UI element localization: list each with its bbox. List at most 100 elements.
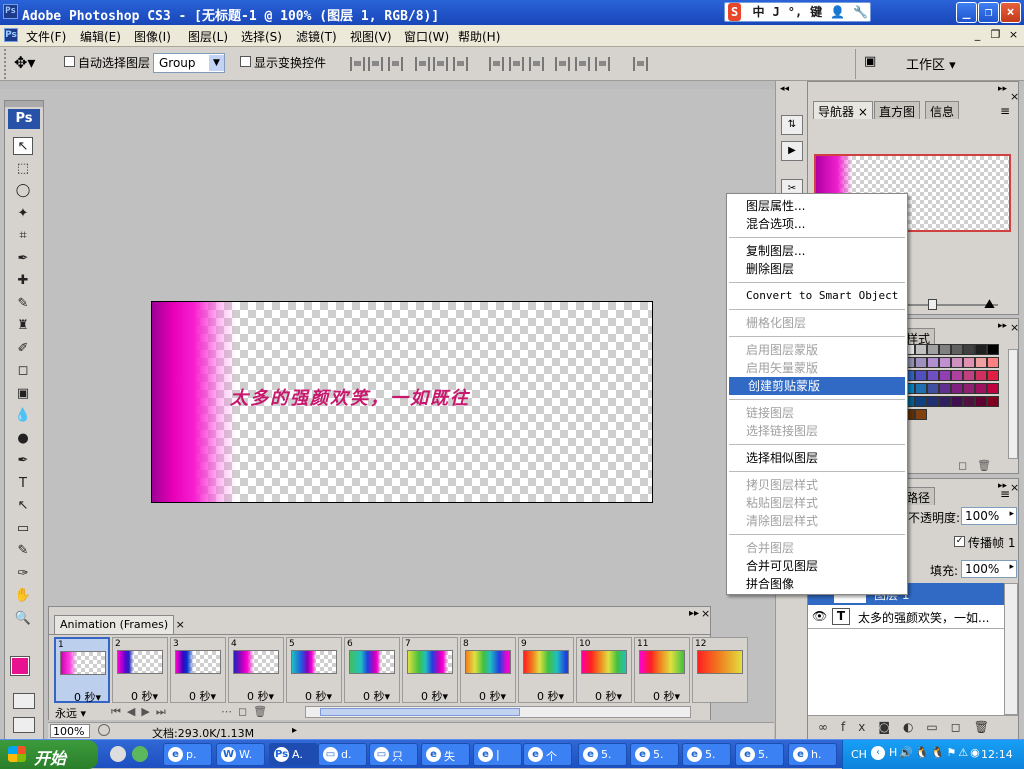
clone-stamp-icon[interactable]: ♜ xyxy=(13,317,33,335)
frame-delay-dropdown[interactable]: 0 秒▾ xyxy=(247,688,274,704)
color-swatch[interactable] xyxy=(915,357,927,368)
align-icon[interactable] xyxy=(368,57,383,71)
color-swatch[interactable] xyxy=(975,357,987,368)
ps-logo[interactable]: Ps xyxy=(8,109,40,129)
show-transform-checkbox[interactable] xyxy=(240,56,251,67)
taskbar-button[interactable]: e 5. xyxy=(682,743,731,766)
align-icon[interactable] xyxy=(575,57,590,71)
zoom-field[interactable]: 100% xyxy=(50,724,90,738)
animation-frame[interactable]: 2 0 秒▾ xyxy=(112,637,168,703)
tab-animation-frames[interactable]: Animation (Frames) × xyxy=(54,615,185,634)
color-swatch[interactable] xyxy=(975,396,987,407)
taskbar-button[interactable]: e 5. xyxy=(578,743,627,766)
visibility-eye-icon[interactable]: 👁 xyxy=(812,609,827,623)
ime-item[interactable]: 中 xyxy=(752,5,764,19)
chevron-left-icon[interactable]: ‹ xyxy=(871,746,885,760)
ime-item[interactable]: J xyxy=(772,5,779,19)
taskbar-button[interactable]: Ps A. xyxy=(269,743,318,766)
color-swatch[interactable] xyxy=(927,344,939,355)
frame-delay-dropdown[interactable]: 0 秒▾ xyxy=(131,688,158,704)
color-swatch[interactable] xyxy=(915,396,927,407)
magic-wand-icon[interactable]: ✦ xyxy=(13,205,33,223)
align-icon[interactable] xyxy=(633,57,648,71)
eraser-tool-icon[interactable]: ◻ xyxy=(13,362,33,380)
align-icon[interactable] xyxy=(388,57,403,71)
restore-button[interactable]: ❐ xyxy=(978,2,999,23)
notes-tool-icon[interactable]: ✎ xyxy=(13,542,33,560)
document-canvas[interactable]: 太多的强颜欢笑，一如既往 xyxy=(151,301,653,503)
auto-select-dropdown[interactable]: Group ▼ xyxy=(153,53,225,73)
menu-item[interactable]: 窗口(W) xyxy=(404,28,449,45)
chevron-right-icon[interactable]: ▸ xyxy=(1009,562,1014,572)
color-swatch[interactable] xyxy=(915,344,927,355)
quicklaunch-icon[interactable] xyxy=(110,746,126,762)
chevron-right-icon[interactable]: ▸ xyxy=(1009,509,1014,519)
shape-tool-icon[interactable]: ▭ xyxy=(13,520,33,538)
animation-frame[interactable]: 6 0 秒▾ xyxy=(344,637,400,703)
layer-tools[interactable]: ∞fx◙◐▭◻🗑 xyxy=(818,720,1002,734)
close-icon[interactable]: × xyxy=(1010,321,1019,334)
color-swatch[interactable] xyxy=(939,357,951,368)
playback-buttons[interactable]: ⏮◀▶⏭ xyxy=(111,705,172,719)
menu-item[interactable]: 图像(I) xyxy=(134,28,171,45)
color-swatch[interactable] xyxy=(975,383,987,394)
color-swatch[interactable] xyxy=(939,370,951,381)
frame-delay-dropdown[interactable]: 0 秒▾ xyxy=(189,688,216,704)
align-icon[interactable] xyxy=(509,57,524,71)
animation-frame[interactable]: 11 0 秒▾ xyxy=(634,637,690,703)
options-grip[interactable] xyxy=(4,49,8,79)
align-icon[interactable] xyxy=(595,57,610,71)
bridge-icon[interactable]: ▣ xyxy=(864,54,886,72)
color-swatch[interactable] xyxy=(963,383,975,394)
language-indicator[interactable]: CH xyxy=(851,748,867,761)
color-swatch[interactable] xyxy=(939,344,951,355)
frame-scrollbar[interactable] xyxy=(305,706,691,718)
ime-item[interactable]: 键 xyxy=(810,5,822,19)
align-icon[interactable] xyxy=(453,57,468,71)
move-tool-icon[interactable]: ↖ xyxy=(13,137,33,155)
context-menu-item[interactable]: 选择相似图层 xyxy=(727,449,907,467)
animation-frame[interactable]: 8 0 秒▾ xyxy=(460,637,516,703)
color-swatch[interactable] xyxy=(987,396,999,407)
frame-tools[interactable]: ⋯◻🗑 xyxy=(221,705,273,718)
tab-histogram[interactable]: 直方图 xyxy=(874,101,921,119)
color-swatch[interactable] xyxy=(963,357,975,368)
context-menu-item[interactable]: 图层属性... xyxy=(727,197,907,215)
taskbar-button[interactable]: e | xyxy=(473,743,522,766)
context-menu-item[interactable]: 复制图层... xyxy=(727,242,907,260)
color-swatch[interactable] xyxy=(951,357,963,368)
color-swatch[interactable] xyxy=(927,396,939,407)
color-swatch[interactable] xyxy=(987,344,999,355)
color-swatch[interactable] xyxy=(915,383,927,394)
menu-item[interactable]: 滤镜(T) xyxy=(296,28,337,45)
context-menu-item[interactable]: 合并可见图层 xyxy=(727,557,907,575)
slice-tool-icon[interactable]: ✒ xyxy=(13,250,33,268)
menu-item[interactable]: 帮助(H) xyxy=(458,28,500,45)
animation-frame[interactable]: 12 xyxy=(692,637,748,703)
color-swatch[interactable] xyxy=(975,370,987,381)
color-swatch[interactable] xyxy=(975,344,987,355)
color-swatch[interactable] xyxy=(951,344,963,355)
frame-delay-dropdown[interactable]: 0 秒▾ xyxy=(595,688,622,704)
align-icon[interactable] xyxy=(529,57,544,71)
color-swatch[interactable] xyxy=(987,357,999,368)
gradient-tool-icon[interactable]: ▣ xyxy=(13,385,33,403)
menu-item[interactable]: 视图(V) xyxy=(350,28,392,45)
close-icon[interactable]: × xyxy=(701,607,710,620)
animation-frame[interactable]: 5 0 秒▾ xyxy=(286,637,342,703)
ime-toolbar[interactable]: S 中 J °, 键 👤 🔧 xyxy=(724,2,871,22)
ime-item[interactable]: °, xyxy=(788,5,802,19)
panel-menu-icon[interactable]: ≡ xyxy=(1000,487,1010,501)
propagate-checkbox[interactable]: ✓ xyxy=(954,536,965,547)
taskbar-button[interactable]: e 5. xyxy=(630,743,679,766)
panel-menu-icon[interactable]: ≡ xyxy=(1000,104,1010,118)
color-swatch[interactable] xyxy=(951,383,963,394)
taskbar-button[interactable]: e 5. xyxy=(735,743,784,766)
taskbar-button[interactable]: e h. xyxy=(788,743,837,766)
sogou-icon[interactable]: S xyxy=(728,3,742,21)
close-icon[interactable]: × xyxy=(176,618,185,631)
history-icon[interactable]: ⇅ xyxy=(781,115,803,135)
taskbar-button[interactable]: e失 xyxy=(421,743,470,766)
path-select-icon[interactable]: ↖ xyxy=(13,497,33,515)
menu-item[interactable]: 图层(L) xyxy=(188,28,228,45)
